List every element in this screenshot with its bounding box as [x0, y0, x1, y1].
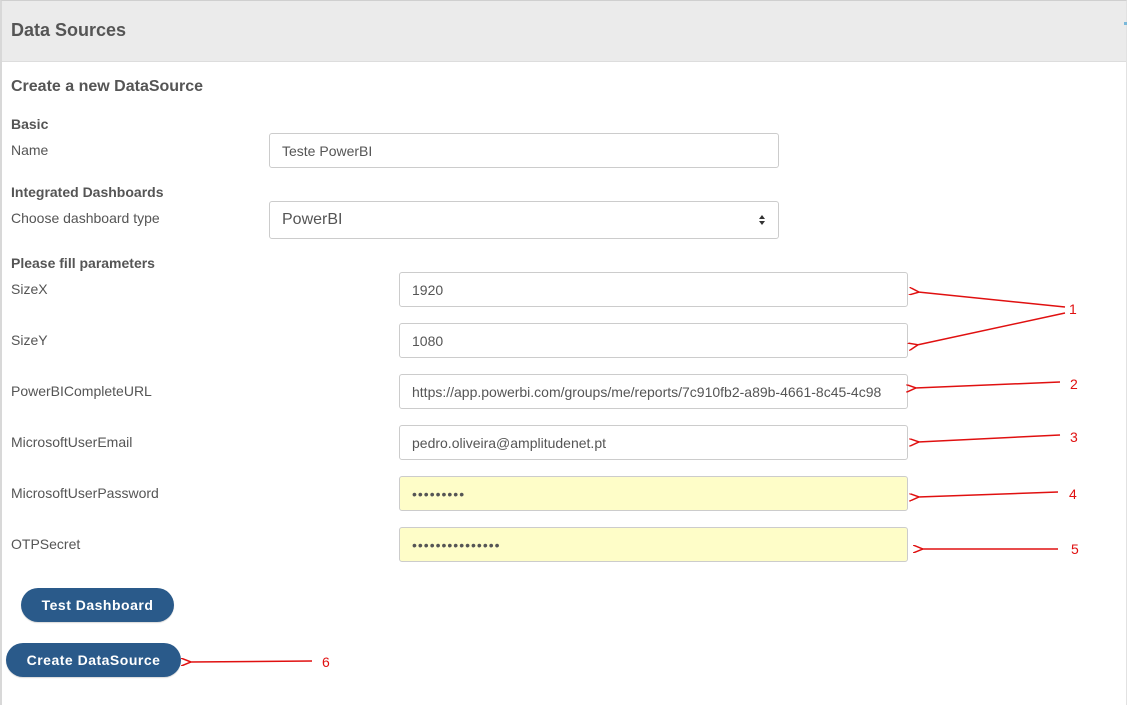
annotation-arrow-3 — [918, 434, 1061, 442]
annotation-number-1: 1 — [1069, 301, 1077, 317]
annotation-number-2: 2 — [1070, 376, 1078, 392]
annotation-number-4: 4 — [1069, 486, 1077, 502]
annotation-arrow-4 — [918, 491, 1059, 497]
annotation-number-3: 3 — [1070, 429, 1078, 445]
annotation-arrow-1b — [917, 312, 1066, 345]
annotation-arrow-6 — [190, 661, 313, 662]
annotation-number-6: 6 — [322, 654, 330, 670]
annotation-arrows — [0, 0, 1066, 705]
annotation-arrow-1a — [918, 292, 1066, 308]
annotation-arrow-2 — [915, 381, 1061, 388]
annotation-number-5: 5 — [1071, 541, 1079, 557]
